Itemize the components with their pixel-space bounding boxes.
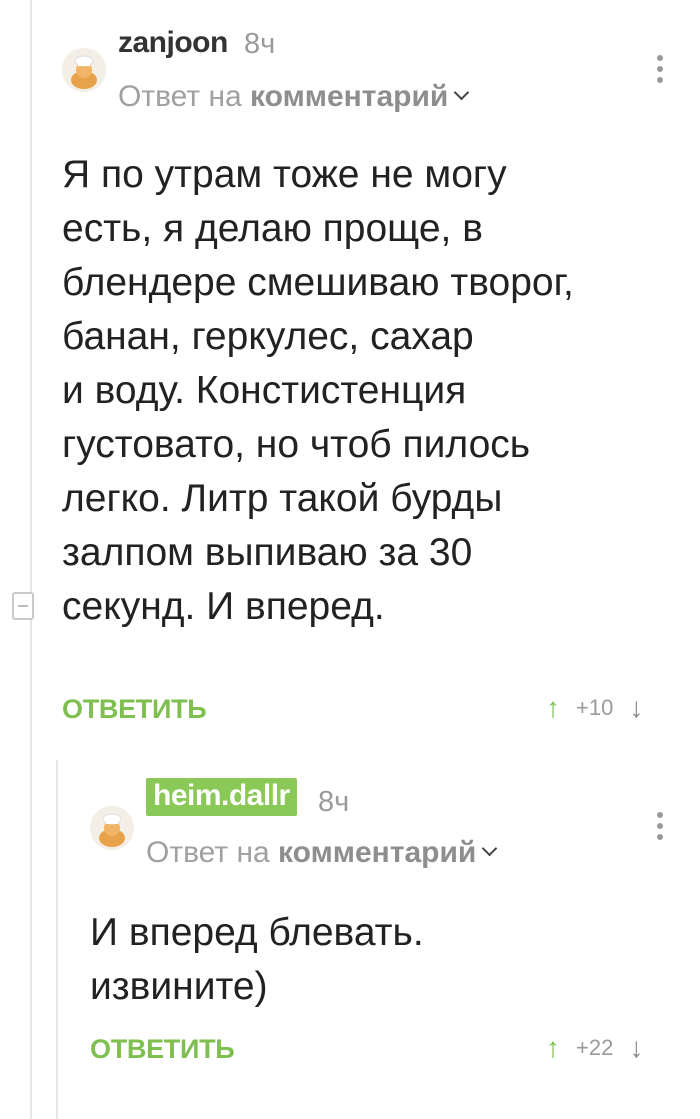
comment-text: Я по утрам тоже не могу есть, я делаю пр… (62, 153, 574, 628)
collapse-thread-button[interactable] (12, 592, 34, 620)
arrow-down-icon[interactable]: ↓ (629, 1034, 643, 1062)
thread-line (30, 0, 32, 1119)
comment-time: 8ч (244, 28, 276, 60)
avatar-chef-icon (90, 806, 134, 850)
comment-rating: +22 (576, 1035, 614, 1060)
avatar[interactable] (62, 48, 106, 92)
reply-to-target[interactable]: комментарий (278, 836, 476, 869)
comment-author[interactable]: zanjoon (118, 26, 228, 60)
comment-text: И вперед блевать. извините) (90, 911, 424, 1008)
vote-controls: ↑ +22 ↓ (546, 1034, 643, 1062)
arrow-up-icon[interactable]: ↑ (546, 1034, 560, 1062)
reply-button[interactable]: ОТВЕТИТЬ (90, 1034, 235, 1065)
vote-controls: ↑ +10 ↓ (546, 694, 643, 722)
more-options-icon[interactable] (657, 812, 663, 845)
arrow-down-icon[interactable]: ↓ (629, 694, 643, 722)
thread-line-nested (56, 760, 58, 1119)
comment-rating: +10 (576, 695, 614, 720)
reply-to-prefix: Ответ на (118, 80, 242, 113)
avatar-chef-icon (62, 48, 106, 92)
chevron-down-icon[interactable] (482, 840, 498, 857)
arrow-up-icon[interactable]: ↑ (546, 694, 560, 722)
reply-button[interactable]: ОТВЕТИТЬ (62, 694, 207, 725)
comment-author[interactable]: heim.dallr (146, 778, 297, 816)
reply-to-info[interactable]: Ответ на комментарий (146, 836, 498, 870)
comment-time: 8ч (318, 786, 350, 818)
avatar[interactable] (90, 806, 134, 850)
more-options-icon[interactable] (657, 55, 663, 88)
reply-to-target[interactable]: комментарий (250, 80, 448, 113)
chevron-down-icon[interactable] (454, 84, 470, 101)
reply-to-info[interactable]: Ответ на комментарий (118, 80, 470, 114)
reply-to-prefix: Ответ на (146, 836, 270, 869)
